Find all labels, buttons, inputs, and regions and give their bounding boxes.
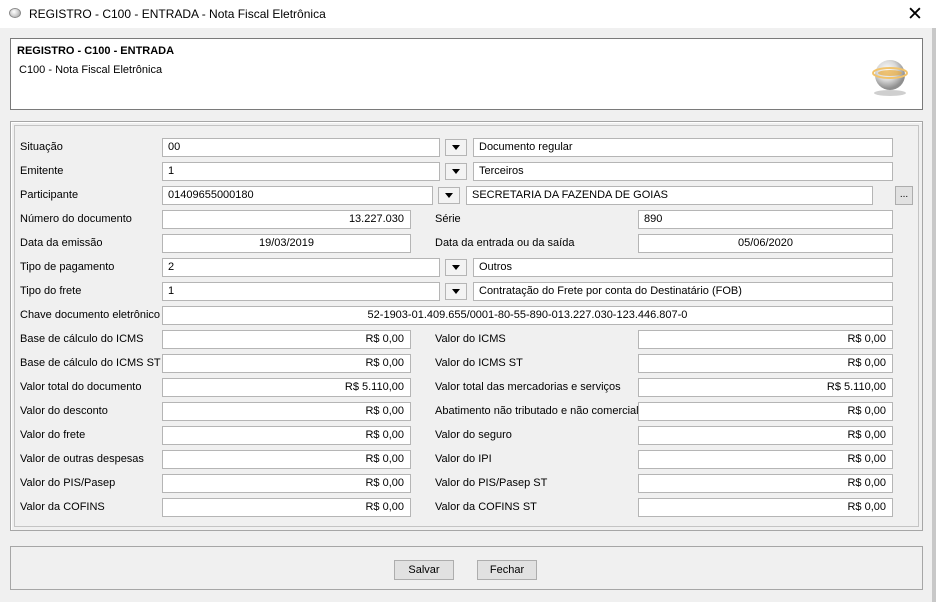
numero-documento-field[interactable]: 13.227.030 xyxy=(162,210,411,229)
base-icms-label: Base de cálculo do ICMS xyxy=(20,333,144,345)
base-icms-st-field[interactable]: R$ 0,00 xyxy=(162,354,411,373)
participante-label: Participante xyxy=(20,189,79,201)
close-button[interactable]: Fechar xyxy=(477,560,537,580)
emitente-code-field[interactable]: 1 xyxy=(162,162,440,181)
serie-field[interactable]: 890 xyxy=(638,210,893,229)
data-entrada-saida-label: Data da entrada ou da saída xyxy=(435,237,575,249)
emitente-dropdown-button[interactable] xyxy=(445,163,467,180)
base-icms-st-label: Base de cálculo do ICMS ST xyxy=(20,357,161,369)
outras-despesas-label: Valor de outras despesas xyxy=(20,453,144,465)
header-subtitle: C100 - Nota Fiscal Eletrônica xyxy=(19,64,163,76)
valor-total-mercadorias-field[interactable]: R$ 5.110,00 xyxy=(638,378,893,397)
data-entrada-saida-field[interactable]: 05/06/2020 xyxy=(638,234,893,253)
tipo-pagamento-dropdown-button[interactable] xyxy=(445,259,467,276)
valor-total-mercadorias-label: Valor total das mercadorias e serviços xyxy=(435,381,621,393)
valor-cofins-st-label: Valor da COFINS ST xyxy=(435,501,537,513)
tipo-pagamento-code-field[interactable]: 2 xyxy=(162,258,440,277)
chave-documento-field[interactable]: 52-1903-01.409.655/0001-80-55-890-013.22… xyxy=(162,306,893,325)
tipo-pagamento-description-field: Outros xyxy=(473,258,893,277)
tipo-frete-dropdown-button[interactable] xyxy=(445,283,467,300)
base-icms-field[interactable]: R$ 0,00 xyxy=(162,330,411,349)
valor-cofins-label: Valor da COFINS xyxy=(20,501,105,513)
close-icon[interactable]: ✕ xyxy=(901,2,929,26)
chave-documento-label: Chave documento eletrônico xyxy=(20,309,161,321)
situacao-label: Situação xyxy=(20,141,63,153)
emitente-label: Emitente xyxy=(20,165,64,177)
chevron-down-icon xyxy=(452,169,460,174)
window-edge xyxy=(932,28,936,602)
data-emissao-label: Data da emissão xyxy=(20,237,103,249)
valor-icms-field[interactable]: R$ 0,00 xyxy=(638,330,893,349)
participante-lookup-button[interactable]: ... xyxy=(895,186,913,205)
header-title: REGISTRO - C100 - ENTRADA xyxy=(17,45,175,57)
form-panel: Situação 00 Documento regular Emitente 1… xyxy=(10,121,923,531)
situacao-description-field: Documento regular xyxy=(473,138,893,157)
sped-globe-logo-icon xyxy=(872,60,908,96)
participante-dropdown-button[interactable] xyxy=(438,187,460,204)
valor-pis-label: Valor do PIS/Pasep xyxy=(20,477,116,489)
valor-seguro-field[interactable]: R$ 0,00 xyxy=(638,426,893,445)
valor-pis-st-field[interactable]: R$ 0,00 xyxy=(638,474,893,493)
app-icon xyxy=(9,8,21,18)
chevron-down-icon xyxy=(452,145,460,150)
valor-seguro-label: Valor do seguro xyxy=(435,429,512,441)
valor-icms-st-label: Valor do ICMS ST xyxy=(435,357,523,369)
serie-label: Série xyxy=(435,213,461,225)
participante-code-field[interactable]: 01409655000180 xyxy=(162,186,433,205)
chevron-down-icon xyxy=(452,265,460,270)
outras-despesas-field[interactable]: R$ 0,00 xyxy=(162,450,411,469)
situacao-code-field[interactable]: 00 xyxy=(162,138,440,157)
valor-ipi-label: Valor do IPI xyxy=(435,453,492,465)
save-button[interactable]: Salvar xyxy=(394,560,454,580)
tipo-pagamento-label: Tipo de pagamento xyxy=(20,261,115,273)
abatimento-label: Abatimento não tributado e não comercial xyxy=(435,405,639,417)
valor-frete-label: Valor do frete xyxy=(20,429,86,441)
valor-pis-field[interactable]: R$ 0,00 xyxy=(162,474,411,493)
valor-cofins-field[interactable]: R$ 0,00 xyxy=(162,498,411,517)
valor-icms-label: Valor do ICMS xyxy=(435,333,506,345)
footer-panel: Salvar Fechar xyxy=(10,546,923,590)
emitente-description-field: Terceiros xyxy=(473,162,893,181)
numero-documento-label: Número do documento xyxy=(20,213,132,225)
header-panel: REGISTRO - C100 - ENTRADA C100 - Nota Fi… xyxy=(10,38,923,110)
tipo-frete-code-field[interactable]: 1 xyxy=(162,282,440,301)
window-titlebar: REGISTRO - C100 - ENTRADA - Nota Fiscal … xyxy=(0,0,936,28)
valor-total-documento-field[interactable]: R$ 5.110,00 xyxy=(162,378,411,397)
valor-icms-st-field[interactable]: R$ 0,00 xyxy=(638,354,893,373)
valor-cofins-st-field[interactable]: R$ 0,00 xyxy=(638,498,893,517)
window-title: REGISTRO - C100 - ENTRADA - Nota Fiscal … xyxy=(29,7,326,21)
valor-ipi-field[interactable]: R$ 0,00 xyxy=(638,450,893,469)
valor-desconto-label: Valor do desconto xyxy=(20,405,108,417)
tipo-frete-description-field: Contratação do Frete por conta do Destin… xyxy=(473,282,893,301)
valor-frete-field[interactable]: R$ 0,00 xyxy=(162,426,411,445)
valor-pis-st-label: Valor do PIS/Pasep ST xyxy=(435,477,548,489)
chevron-down-icon xyxy=(445,193,453,198)
tipo-frete-label: Tipo do frete xyxy=(20,285,82,297)
chevron-down-icon xyxy=(452,289,460,294)
participante-description-field: SECRETARIA DA FAZENDA DE GOIAS xyxy=(466,186,873,205)
valor-desconto-field[interactable]: R$ 0,00 xyxy=(162,402,411,421)
abatimento-field[interactable]: R$ 0,00 xyxy=(638,402,893,421)
data-emissao-field[interactable]: 19/03/2019 xyxy=(162,234,411,253)
situacao-dropdown-button[interactable] xyxy=(445,139,467,156)
valor-total-documento-label: Valor total do documento xyxy=(20,381,142,393)
